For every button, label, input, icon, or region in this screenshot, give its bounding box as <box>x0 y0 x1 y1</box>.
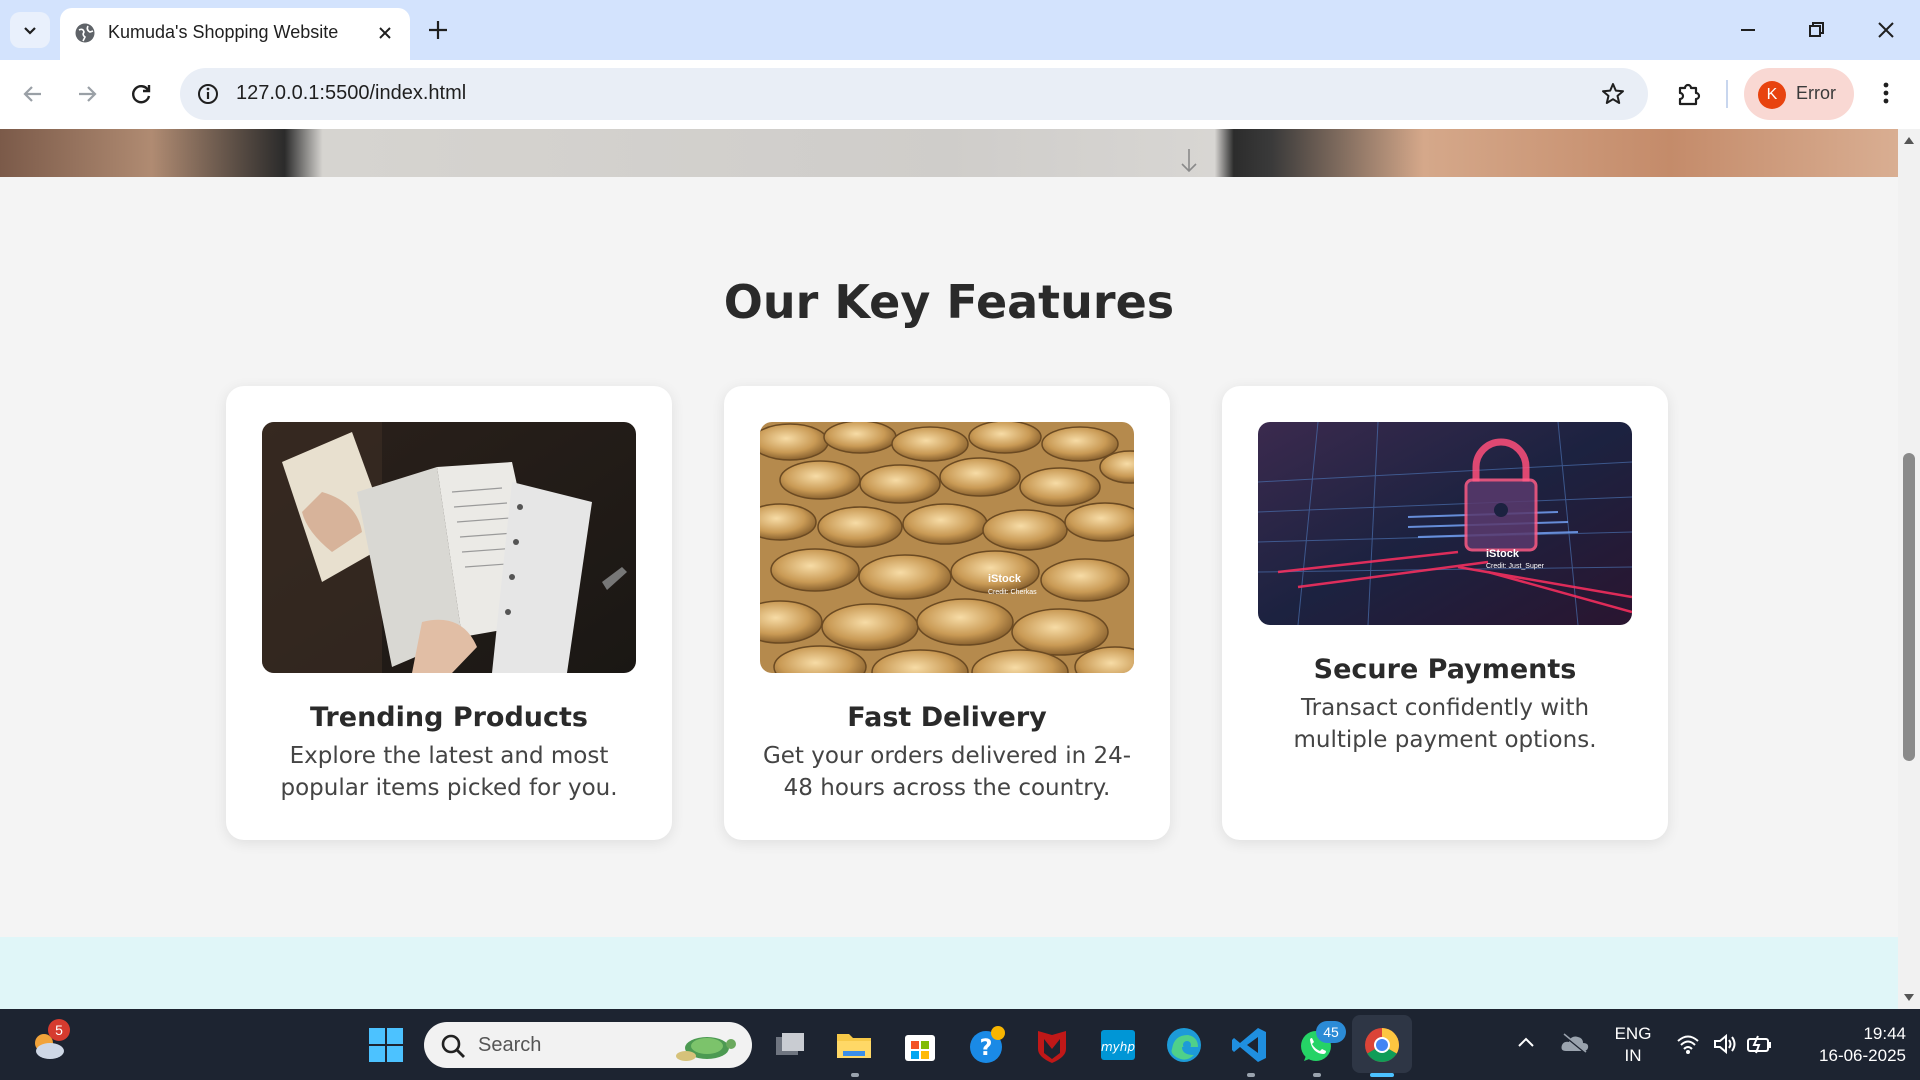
profile-button[interactable]: K Error <box>1744 68 1854 120</box>
tab-title: Kumuda's Shopping Website <box>108 22 339 42</box>
avatar: K <box>1758 81 1786 109</box>
language-code: ENG <box>1614 1024 1652 1043</box>
scroll-down-small-arrow-icon[interactable] <box>1903 993 1915 1003</box>
svg-text:?: ? <box>980 1036 993 1061</box>
task-view-icon <box>776 1033 804 1055</box>
microsoft-store-button[interactable] <box>900 1025 940 1065</box>
reload-icon[interactable] <box>128 81 154 107</box>
folder-icon <box>837 1034 871 1058</box>
weather-badge: 5 <box>48 1019 70 1041</box>
mcafee-shield-icon <box>1038 1031 1066 1063</box>
mcafee-button[interactable] <box>1032 1025 1072 1065</box>
svg-text:myhp: myhp <box>1101 1040 1135 1054</box>
security-watermark-brand: iStock <box>1486 548 1520 560</box>
page-viewport: Our Key Features Trending Products Explo… <box>0 129 1898 1009</box>
scroll-up-arrow-icon[interactable] <box>1903 135 1915 145</box>
clock-date: 16-06-2025 <box>1819 1046 1906 1065</box>
feature-title: Secure Payments <box>1313 654 1577 685</box>
myhp-icon: myhp <box>1101 1030 1135 1060</box>
coins-watermark-credit: Credit: Cherkas <box>988 589 1037 596</box>
security-watermark-credit: Credit: Just_Super <box>1486 563 1545 570</box>
tab-search-button[interactable] <box>10 12 50 48</box>
back-arrow-icon[interactable] <box>20 81 46 107</box>
volume-icon[interactable] <box>1712 1032 1738 1056</box>
feature-description: Transact confidently with multiple payme… <box>1293 695 1597 753</box>
chrome-button[interactable] <box>1362 1025 1402 1065</box>
wifi-icon[interactable] <box>1676 1033 1700 1055</box>
browser-tabbar: Kumuda's Shopping Website <box>0 0 1920 60</box>
active-app-indicator <box>1370 1073 1394 1077</box>
feature-description: Explore the latest and most popular item… <box>280 743 618 801</box>
toolbar-divider <box>1726 80 1728 108</box>
security-lock-image: iStock Credit: Just_Super <box>1258 422 1632 625</box>
search-placeholder: Search <box>478 1034 542 1056</box>
close-window-icon[interactable] <box>1872 16 1900 44</box>
globe-icon <box>75 23 95 43</box>
region-code: IN <box>1624 1046 1642 1065</box>
feature-card-delivery: iStock Credit: Cherkas Fast Delivery Get… <box>724 386 1170 840</box>
restore-icon[interactable] <box>1802 16 1830 44</box>
windows-taskbar: 5 Search ? myhp 45 ENG IN 19:44 16-06-20… <box>0 1009 1920 1080</box>
page-scrollbar[interactable] <box>1898 129 1920 1009</box>
clock[interactable]: 19:44 16-06-2025 <box>1786 1023 1906 1067</box>
feature-title: Fast Delivery <box>847 702 1047 733</box>
extensions-puzzle-icon[interactable] <box>1674 79 1704 109</box>
task-view-button[interactable] <box>770 1025 810 1065</box>
feature-title: Trending Products <box>309 702 588 733</box>
whatsapp-badge: 45 <box>1316 1021 1346 1043</box>
coins-watermark-brand: iStock <box>988 573 1022 585</box>
section-title: Our Key Features <box>723 275 1175 329</box>
new-tab-icon[interactable] <box>424 16 452 44</box>
running-indicator <box>1247 1073 1255 1077</box>
active-tab[interactable]: Kumuda's Shopping Website <box>60 8 410 60</box>
more-menu-icon[interactable] <box>1876 78 1896 108</box>
file-explorer-button[interactable] <box>834 1025 874 1065</box>
feature-description: Get your orders delivered in 24-48 hours… <box>762 743 1132 801</box>
vscode-icon <box>1232 1028 1266 1062</box>
close-tab-icon[interactable] <box>374 22 396 44</box>
book-image <box>262 422 636 673</box>
feature-card-payments: iStock Credit: Just_Super Secure Payment… <box>1222 386 1668 840</box>
minimize-icon[interactable] <box>1734 16 1762 44</box>
store-icon <box>905 1035 935 1061</box>
hero-image-strip <box>0 129 1898 177</box>
site-info-icon[interactable] <box>196 82 220 106</box>
scrollbar-thumb[interactable] <box>1903 453 1915 761</box>
edge-button[interactable] <box>1164 1025 1204 1065</box>
coins-image: iStock Credit: Cherkas <box>760 422 1134 673</box>
forward-arrow-icon[interactable] <box>74 81 100 107</box>
start-button[interactable] <box>366 1025 406 1065</box>
next-section-band <box>0 937 1898 1009</box>
bookmark-star-icon[interactable] <box>1600 81 1626 107</box>
url-text[interactable]: 127.0.0.1:5500/index.html <box>236 82 466 105</box>
onedrive-offline-icon[interactable] <box>1560 1031 1590 1055</box>
vscode-button[interactable] <box>1230 1025 1270 1065</box>
help-icon: ? <box>970 1026 1005 1063</box>
taskbar-search-box[interactable]: Search <box>424 1022 752 1068</box>
myhp-button[interactable]: myhp <box>1098 1025 1138 1065</box>
running-indicator <box>1313 1073 1321 1077</box>
browser-toolbar: 127.0.0.1:5500/index.html K Error <box>0 60 1920 129</box>
search-highlight-turtle-icon <box>676 1037 736 1061</box>
scroll-down-arrow-icon <box>1181 149 1197 173</box>
get-help-button[interactable]: ? <box>966 1025 1006 1065</box>
chrome-icon <box>1365 1028 1399 1062</box>
clock-time: 19:44 <box>1863 1024 1906 1043</box>
address-bar[interactable]: 127.0.0.1:5500/index.html <box>180 68 1648 120</box>
language-indicator[interactable]: ENG IN <box>1612 1023 1654 1067</box>
battery-charging-icon[interactable] <box>1746 1032 1774 1056</box>
running-indicator <box>851 1073 859 1077</box>
windows-logo-icon <box>369 1028 403 1062</box>
chevron-down-icon <box>24 27 36 35</box>
edge-icon <box>1167 1028 1201 1062</box>
feature-card-trending: Trending Products Explore the latest and… <box>226 386 672 840</box>
show-hidden-icons-chevron-icon[interactable] <box>1516 1035 1536 1049</box>
profile-status-label: Error <box>1796 83 1836 103</box>
search-icon <box>441 1034 465 1058</box>
